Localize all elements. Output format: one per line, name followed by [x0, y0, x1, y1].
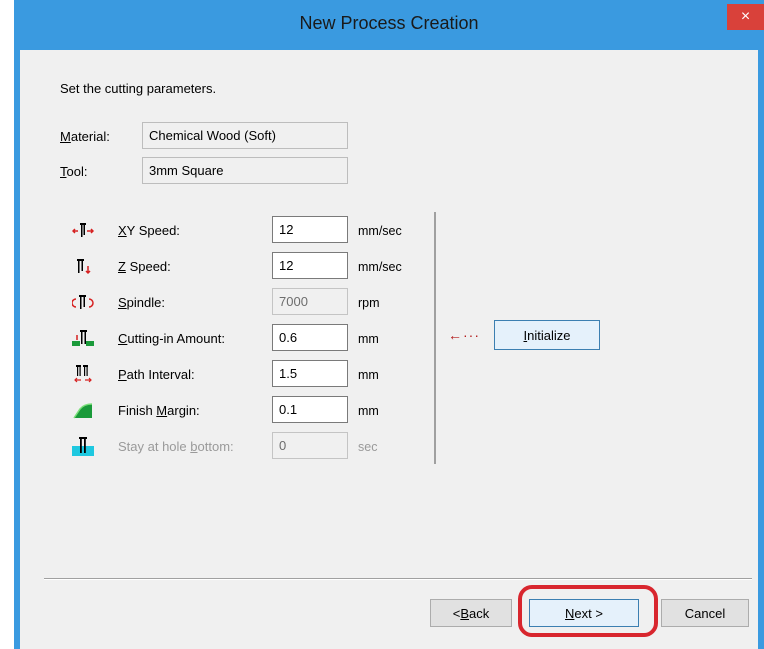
- spindle-label: Spindle:: [118, 295, 165, 310]
- stay-hole-bottom-icon: [72, 437, 94, 456]
- vertical-separator: [434, 212, 436, 464]
- xy-speed-input[interactable]: [272, 216, 348, 243]
- window-title: New Process Creation: [299, 13, 479, 33]
- spindle-input: [272, 288, 348, 315]
- close-button[interactable]: ×: [727, 4, 764, 30]
- xy-speed-unit: mm/sec: [358, 224, 402, 238]
- xy-speed-label: XY Speed:: [118, 223, 180, 238]
- stay-hole-bottom-unit: sec: [358, 440, 378, 454]
- dialog-body: Set the cutting parameters. Material: Ch…: [20, 50, 758, 649]
- finish-margin-input[interactable]: [272, 396, 348, 423]
- footer-separator: [44, 578, 752, 580]
- initialize-arrow-icon: ←···: [448, 327, 480, 343]
- finish-margin-icon: [73, 403, 93, 419]
- initialize-button[interactable]: Initialize: [494, 320, 600, 350]
- title-bar[interactable]: New Process Creation ×: [14, 0, 764, 50]
- z-speed-input[interactable]: [272, 252, 348, 279]
- stay-hole-bottom-label: Stay at hole bottom:: [118, 439, 234, 454]
- finish-margin-unit: mm: [358, 404, 379, 418]
- stay-hole-bottom-input: [272, 432, 348, 459]
- spindle-icon: [72, 295, 94, 309]
- cancel-button[interactable]: Cancel: [661, 599, 749, 627]
- z-speed-unit: mm/sec: [358, 260, 402, 274]
- cutting-in-icon: [72, 330, 94, 346]
- tool-value: 3mm Square: [142, 157, 348, 184]
- path-interval-unit: mm: [358, 368, 379, 382]
- cutting-in-label: Cutting-in Amount:: [118, 331, 225, 346]
- path-interval-input[interactable]: [272, 360, 348, 387]
- spindle-unit: rpm: [358, 296, 380, 310]
- back-button[interactable]: < Back: [430, 599, 512, 627]
- path-interval-icon: [74, 365, 92, 383]
- instruction-text: Set the cutting parameters.: [60, 81, 217, 96]
- xy-speed-icon: [72, 223, 94, 237]
- cutting-in-input[interactable]: [272, 324, 348, 351]
- next-button-highlight: [518, 585, 658, 637]
- material-value: Chemical Wood (Soft): [142, 122, 348, 149]
- path-interval-label: Path Interval:: [118, 367, 195, 382]
- tool-label: Tool:: [60, 164, 88, 179]
- z-speed-label: Z Speed:: [118, 259, 171, 274]
- dialog-window: New Process Creation × Set the cutting p…: [14, 0, 764, 649]
- finish-margin-label: Finish Margin:: [118, 403, 200, 418]
- z-speed-icon: [77, 259, 91, 275]
- material-label: Material:: [60, 129, 110, 144]
- cutting-in-unit: mm: [358, 332, 379, 346]
